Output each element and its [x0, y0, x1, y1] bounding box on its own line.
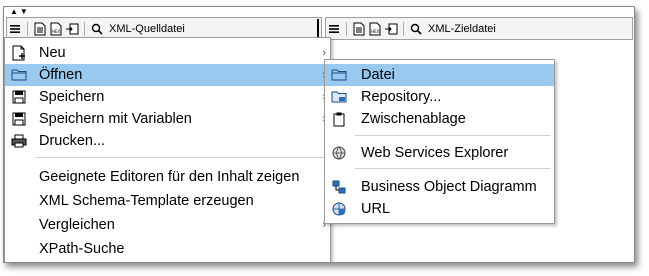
globe-icon [331, 145, 347, 161]
splitter-handle[interactable] [317, 19, 323, 37]
target-toolbar: HEX XML-Zieldatei [325, 17, 633, 40]
menu-icon[interactable] [8, 22, 22, 36]
menu-item-label: Drucken... [39, 133, 106, 149]
import-icon[interactable] [65, 22, 79, 36]
menu-item-label: Speichern [39, 89, 105, 105]
open-submenu: Datei Repository... Zwischenablage Web S… [324, 59, 555, 224]
target-file-label: XML-Zieldatei [428, 22, 496, 35]
menu-item-schema-template[interactable]: XML Schema-Template erzeugen [5, 190, 330, 212]
document-icon[interactable] [352, 22, 366, 36]
menu-separator [355, 168, 550, 169]
diagram-icon [331, 179, 347, 195]
folder-icon [331, 67, 347, 83]
toolbar-separator [403, 21, 404, 36]
menu-item-label: Vergleichen [39, 217, 115, 233]
submenu-item-business-object-diagramm[interactable]: Business Object Diagramm [325, 176, 554, 198]
menu-item-neu[interactable]: Neu › [5, 42, 330, 64]
submenu-item-label: Business Object Diagramm [361, 179, 537, 195]
hex-document-icon[interactable]: HEX [368, 22, 382, 36]
submenu-item-zwischenablage[interactable]: Zwischenablage [325, 108, 554, 130]
import-icon[interactable] [384, 22, 398, 36]
menu-icon[interactable] [327, 22, 341, 36]
toolbar-separator [346, 21, 347, 36]
save-icon [11, 111, 27, 127]
menu-item-label: Geeignete Editoren für den Inhalt zeigen [39, 169, 300, 185]
submenu-item-label: Repository... [361, 89, 442, 105]
svg-text:HEX: HEX [371, 29, 380, 34]
menu-separator [355, 135, 550, 136]
submenu-item-repository[interactable]: Repository... [325, 86, 554, 108]
submenu-item-label: Web Services Explorer [361, 145, 509, 161]
url-icon [331, 201, 347, 217]
menu-item-label: XPath-Suche [39, 241, 125, 257]
repository-icon [331, 89, 347, 105]
hex-document-icon[interactable]: HEX [49, 22, 63, 36]
submenu-item-label: Datei [361, 67, 395, 83]
submenu-arrow-icon: › [322, 47, 326, 59]
document-icon[interactable] [33, 22, 47, 36]
screenshot-frame: ▲▼ HEX XML-Quelldatei HEX XML-Zieldatei … [3, 6, 635, 263]
search-icon[interactable] [409, 22, 423, 36]
new-file-icon [11, 45, 27, 61]
menu-item-vergleichen[interactable]: Vergleichen › [5, 214, 330, 236]
menu-item-speichern-mit-variablen[interactable]: Speichern mit Variablen › [5, 108, 330, 130]
menu-item-xpath-suche[interactable]: XPath-Suche [5, 238, 330, 260]
menu-item-drucken[interactable]: Drucken... [5, 130, 330, 152]
submenu-item-label: URL [361, 201, 391, 217]
menu-separator [35, 157, 326, 158]
svg-text:HEX: HEX [52, 29, 61, 34]
toolbar-separator [84, 21, 85, 36]
menu-item-oeffnen[interactable]: Öffnen › [5, 64, 330, 86]
submenu-item-url[interactable]: URL [325, 198, 554, 220]
submenu-item-label: Zwischenablage [361, 111, 466, 127]
folder-icon [11, 67, 27, 83]
submenu-item-datei[interactable]: Datei [325, 64, 554, 86]
menu-item-label: XML Schema-Template erzeugen [39, 193, 254, 209]
collapse-arrows-icon[interactable]: ▲▼ [10, 7, 30, 16]
submenu-item-web-services-explorer[interactable]: Web Services Explorer [325, 142, 554, 164]
clipboard-icon [331, 111, 347, 127]
toolbar-separator [27, 21, 28, 36]
menu-item-geeignete-editoren[interactable]: Geeignete Editoren für den Inhalt zeigen [5, 166, 330, 188]
menu-item-label: Öffnen [39, 67, 83, 83]
menu-item-label: Neu [39, 45, 66, 61]
menu-item-speichern[interactable]: Speichern › [5, 86, 330, 108]
printer-icon [11, 133, 27, 149]
search-icon[interactable] [90, 22, 104, 36]
source-file-label: XML-Quelldatei [109, 22, 185, 35]
save-icon [11, 89, 27, 105]
menu-item-label: Speichern mit Variablen [39, 111, 192, 127]
file-context-menu: Neu › Öffnen › Speichern › Speichern mit… [4, 37, 331, 262]
